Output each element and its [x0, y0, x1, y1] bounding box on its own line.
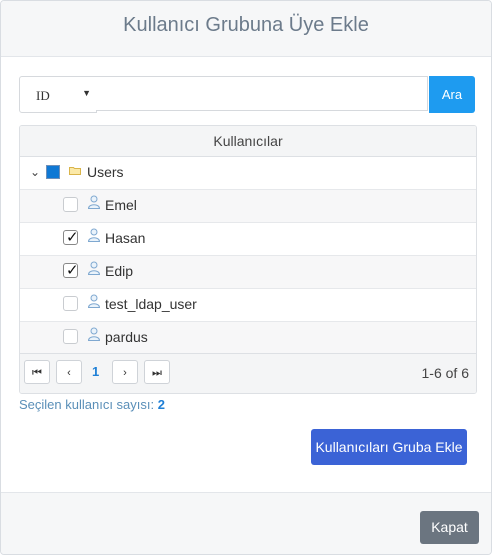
chevron-right-icon: › [123, 367, 127, 379]
folder-icon [69, 167, 81, 175]
check-icon: ✓ [66, 229, 79, 246]
user-icon [87, 195, 101, 209]
search-input[interactable] [96, 76, 428, 111]
group-label: Users [87, 164, 124, 180]
grid-column-header: Kullanıcılar [20, 126, 476, 157]
user-checkbox[interactable]: ✓ [63, 296, 78, 311]
search-bar: ID ▼ Ara [19, 76, 475, 113]
user-name: Hasan [105, 230, 146, 246]
check-icon: ✓ [66, 262, 79, 279]
search-field-select[interactable]: ID ▼ [19, 76, 97, 113]
selected-count-value: 2 [157, 397, 165, 412]
group-checkbox[interactable] [46, 165, 60, 179]
user-checkbox[interactable]: ✓ [63, 229, 79, 246]
user-icon [87, 261, 101, 275]
dialog-header: Kullanıcı Grubuna Üye Ekle [1, 1, 491, 57]
page-range: 1-6 of 6 [421, 365, 469, 381]
user-name: pardus [105, 329, 148, 345]
search-field-value: ID [36, 88, 50, 103]
add-members-dialog: Kullanıcı Grubuna Üye Ekle ID ▼ Ara Kull… [0, 0, 492, 555]
user-row[interactable]: ✓ test_ldap_user [20, 289, 476, 322]
user-name: Edip [105, 263, 134, 279]
user-row[interactable]: ✓ Emel [20, 190, 476, 223]
user-checkbox[interactable]: ✓ [63, 197, 78, 212]
user-icon [87, 228, 101, 242]
user-checkbox[interactable]: ✓ [63, 329, 78, 344]
prev-page-button[interactable]: ‹ [56, 360, 82, 384]
current-page[interactable]: 1 [92, 364, 99, 379]
user-row[interactable]: ✓ Hasan [20, 223, 476, 256]
close-button[interactable]: Kapat [420, 511, 479, 544]
user-row[interactable]: ✓ Edip [20, 256, 476, 289]
user-name: Emel [105, 197, 137, 213]
user-name: test_ldap_user [105, 296, 197, 312]
next-page-button[interactable]: › [112, 360, 138, 384]
add-users-to-group-button[interactable]: Kullanıcıları Gruba Ekle [311, 429, 467, 465]
search-button[interactable]: Ara [429, 76, 475, 113]
chevron-left-icon: ‹ [67, 367, 71, 379]
first-page-button[interactable]: ⏮ [24, 360, 50, 384]
users-grid: Kullanıcılar ⌄ Users ✓ Emel ✓ Hasan [19, 125, 477, 394]
selected-count: Seçilen kullanıcı sayısı: 2 [19, 397, 165, 412]
chevron-down-icon[interactable]: ⌄ [30, 165, 40, 179]
first-page-icon: ⏮ [32, 367, 42, 379]
selected-count-label: Seçilen kullanıcı sayısı: [19, 397, 155, 412]
dialog-title: Kullanıcı Grubuna Üye Ekle [123, 14, 369, 36]
last-page-button[interactable]: ⏭ [144, 360, 170, 384]
caret-down-icon: ▼ [82, 88, 91, 98]
user-icon [87, 294, 101, 308]
dialog-footer: Kapat [1, 492, 491, 554]
grid-pager: ⏮ ‹ 1 › ⏭ 1-6 of 6 [20, 353, 476, 393]
user-checkbox[interactable]: ✓ [63, 262, 79, 279]
last-page-icon: ⏭ [152, 367, 162, 379]
tree-group-row[interactable]: ⌄ Users [20, 157, 476, 190]
user-icon [87, 327, 101, 341]
user-row[interactable]: ✓ pardus [20, 322, 476, 354]
